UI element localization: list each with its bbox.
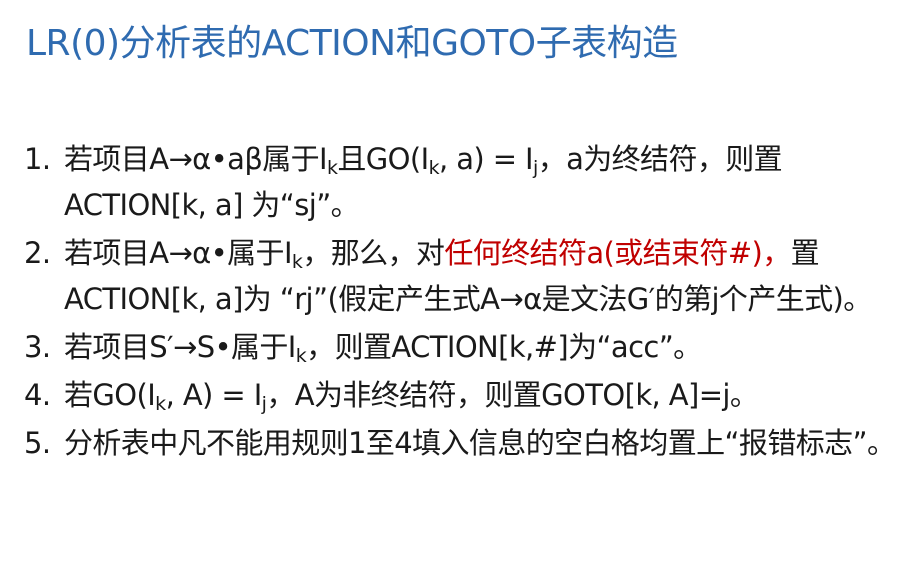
text-run: 且GO(I (337, 142, 429, 176)
text-run: ，A为非终结符，则置GOTO[k, A]=j。 (266, 378, 759, 412)
slide-title: LR(0)分析表的ACTION和GOTO子表构造 (26, 23, 678, 64)
text-run: ，那么，对 (302, 236, 445, 270)
rule-item-1: 1. 若项目A→α•aβ属于Ik且GO(Ik, a) = Ij，a为终结符，则置… (24, 136, 904, 228)
rule-item-3: 3. 若项目S′→S•属于Ik，则置ACTION[k,#]为“acc”。 (24, 324, 904, 370)
rule-text: 若项目A→α•aβ属于Ik且GO(Ik, a) = Ij，a为终结符，则置ACT… (64, 142, 783, 222)
text-run: , a) = I (438, 142, 534, 176)
text-run: 若项目A→α•属于I (64, 236, 293, 270)
text-run: 分析表中凡不能用规则1至4填入信息的空白格均置上“报错标志”。 (64, 426, 896, 460)
list-number: 4. (24, 378, 51, 412)
text-run: ，则置ACTION[k,#]为“acc”。 (306, 330, 702, 364)
rule-item-5: 5. 分析表中凡不能用规则1至4填入信息的空白格均置上“报错标志”。 (24, 420, 904, 466)
subscript: k (327, 157, 338, 179)
subscript: k (428, 157, 440, 179)
rule-text: 若项目S′→S•属于Ik，则置ACTION[k,#]为“acc”。 (64, 330, 702, 367)
rule-text: 若项目A→α•属于Ik，那么，对任何终结符a(或结束符#)，置ACTION[k,… (64, 236, 872, 316)
text-run: 若GO(I (64, 378, 156, 412)
subscript: k (295, 345, 307, 367)
rule-text: 若GO(Ik, A) = Ij，A为非终结符，则置GOTO[k, A]=j。 (64, 378, 759, 415)
rules-list: 1. 若项目A→α•aβ属于Ik且GO(Ik, a) = Ij，a为终结符，则置… (24, 136, 904, 468)
subscript: k (291, 251, 303, 273)
subscript: k (155, 393, 166, 415)
list-number: 1. (24, 142, 51, 176)
list-number: 5. (24, 426, 51, 460)
rule-item-2: 2. 若项目A→α•属于Ik，那么，对任何终结符a(或结束符#)，置ACTION… (24, 230, 904, 322)
list-number: 3. (24, 330, 51, 364)
highlighted-text: 任何终结符a(或结束符#)， (444, 236, 791, 270)
rule-text: 分析表中凡不能用规则1至4填入信息的空白格均置上“报错标志”。 (64, 426, 896, 460)
rule-item-4: 4. 若GO(Ik, A) = Ij，A为非终结符，则置GOTO[k, A]=j… (24, 372, 904, 418)
text-run: , A) = I (165, 378, 263, 412)
text-run: 若项目A→α•aβ属于I (64, 142, 328, 176)
text-run: 若项目S′→S•属于I (64, 330, 296, 364)
list-number: 2. (24, 236, 51, 270)
